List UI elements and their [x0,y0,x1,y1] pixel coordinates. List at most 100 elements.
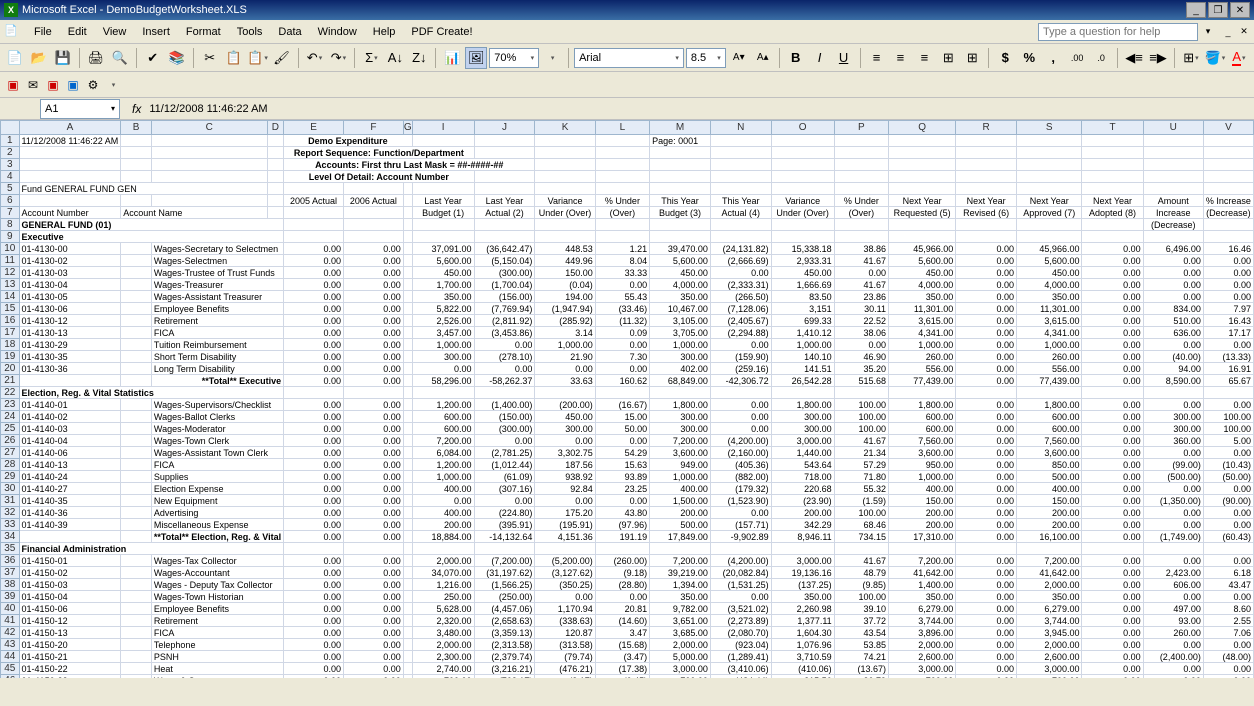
row-header-5[interactable]: 5 [1,183,20,195]
cell[interactable]: Wages-Trustee of Trust Funds [151,267,283,279]
cell[interactable]: 33.63 [535,375,595,387]
cell[interactable] [403,267,412,279]
cell[interactable]: Wages-Selectmen [151,255,283,267]
cell[interactable] [121,267,152,279]
cell[interactable]: 39.10 [834,603,888,615]
cell[interactable]: (300.00) [474,423,535,435]
restore-button[interactable]: ❐ [1208,2,1228,18]
cell[interactable] [889,135,956,147]
cell[interactable]: 0.00 [343,267,403,279]
cell[interactable]: 0.00 [595,363,649,375]
cell[interactable] [474,387,535,399]
cell[interactable] [1082,219,1143,231]
cell[interactable] [771,135,834,147]
cell[interactable]: 220.68 [771,483,834,495]
cell[interactable] [1017,387,1082,399]
cell[interactable]: 01-4150-20 [19,639,121,651]
cell[interactable]: 2,933.31 [771,255,834,267]
row-header-28[interactable]: 28 [1,459,20,471]
cell[interactable]: 100.00 [834,411,888,423]
cell[interactable]: 93.00 [1143,615,1203,627]
cell[interactable] [403,207,412,219]
cell[interactable]: (200.00) [535,399,595,411]
cell[interactable] [403,663,412,675]
cell[interactable]: 1,000.00 [412,339,474,351]
cell[interactable]: 0.00 [284,579,344,591]
cell[interactable]: 0.00 [343,447,403,459]
cell[interactable]: 01-4150-02 [19,567,121,579]
cell[interactable] [403,363,412,375]
cell[interactable] [403,567,412,579]
cell[interactable]: (7,769.94) [474,303,535,315]
cell[interactable]: 8,590.00 [1143,375,1203,387]
row-header-25[interactable]: 25 [1,423,20,435]
cell[interactable]: (23.90) [771,495,834,507]
cell[interactable] [889,219,956,231]
cell[interactable]: 300.00 [650,423,711,435]
cell[interactable]: 0.00 [710,267,771,279]
cell[interactable] [121,411,152,423]
cell[interactable] [1017,231,1082,243]
cell[interactable] [956,387,1017,399]
cell[interactable]: (1,566.25) [474,579,535,591]
cell[interactable]: 100.00 [834,507,888,519]
cell[interactable]: (60.43) [1203,531,1253,543]
cell[interactable]: 6,496.00 [1143,243,1203,255]
cell[interactable]: 0.00 [284,351,344,363]
col-header-Q[interactable]: Q [889,121,956,135]
cell[interactable] [956,147,1017,159]
row-header-11[interactable]: 11 [1,255,20,267]
cell[interactable] [834,147,888,159]
cell[interactable] [121,495,152,507]
cell[interactable]: Retirement [151,615,283,627]
cell[interactable] [121,567,152,579]
menu-window[interactable]: Window [310,24,365,40]
cell[interactable]: 100.00 [1203,423,1253,435]
cell[interactable]: 0.00 [1203,639,1253,651]
cell[interactable]: 55.43 [595,291,649,303]
cell[interactable]: 0.00 [343,459,403,471]
cell[interactable]: 0.00 [595,279,649,291]
col-header-B[interactable]: B [121,121,152,135]
cell[interactable] [403,483,412,495]
row-header-6[interactable]: 6 [1,195,20,207]
cell[interactable] [121,579,152,591]
cell[interactable]: (7,128.06) [710,303,771,315]
cell[interactable]: 0.00 [956,627,1017,639]
cell[interactable]: (410.06) [771,663,834,675]
cell[interactable] [403,495,412,507]
cell[interactable]: 16.91 [1203,363,1253,375]
cell[interactable]: -42,306.72 [710,375,771,387]
cell[interactable] [889,387,956,399]
cell[interactable]: 141.51 [771,363,834,375]
cell[interactable] [121,159,152,171]
cell[interactable]: 0.00 [1082,303,1143,315]
cell[interactable]: Miscellaneous Expense [151,519,283,531]
row-header-9[interactable]: 9 [1,231,20,243]
cell[interactable]: 0.00 [956,651,1017,663]
cell[interactable]: Election, Reg. & Vital Statistics [19,387,284,399]
pdf-settings-icon[interactable]: ⚙ [84,76,102,94]
cell[interactable] [121,351,152,363]
cell[interactable]: 1.21 [595,243,649,255]
cell[interactable]: (0.04) [535,279,595,291]
cell[interactable]: FICA [151,459,283,471]
cell[interactable]: 950.00 [889,459,956,471]
cell[interactable]: 0.00 [284,243,344,255]
cell[interactable] [284,387,344,399]
cell[interactable]: 48.79 [834,567,888,579]
cell[interactable]: 0.00 [1203,483,1253,495]
increase-decimal-button[interactable]: .00 [1066,47,1088,69]
cell[interactable]: 0.00 [1082,555,1143,567]
cell[interactable] [19,531,121,543]
align-center-button[interactable]: ≡ [890,47,912,69]
cell[interactable] [956,135,1017,147]
cell[interactable] [650,387,711,399]
cell[interactable]: 0.00 [1082,363,1143,375]
cell[interactable]: -9,902.89 [710,531,771,543]
cell[interactable] [1143,159,1203,171]
cell[interactable]: (224.80) [474,507,535,519]
cell[interactable]: 360.00 [1143,435,1203,447]
cell[interactable]: (3.17) [535,675,595,679]
help-search-input[interactable] [1038,23,1198,41]
